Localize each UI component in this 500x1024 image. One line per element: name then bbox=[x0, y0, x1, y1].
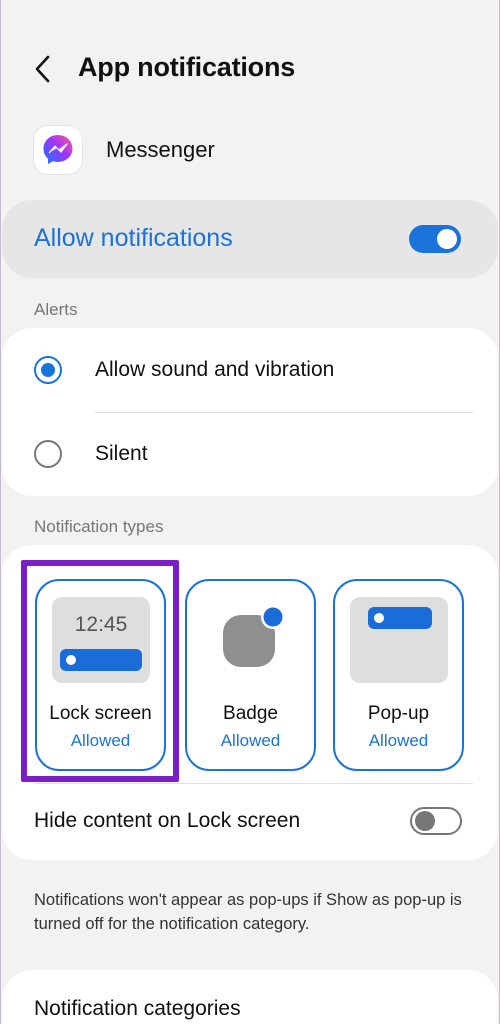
page-title: App notifications bbox=[78, 52, 296, 82]
option-label: Silent bbox=[95, 442, 148, 465]
tile-status: Allowed bbox=[70, 731, 131, 750]
preview-clock: 12:45 bbox=[74, 613, 128, 636]
back-button[interactable] bbox=[26, 52, 60, 86]
option-label: Allow sound and vibration bbox=[95, 358, 335, 381]
alerts-card: Allow sound and vibration Silent bbox=[2, 328, 498, 496]
tile-name: Pop-up bbox=[367, 703, 430, 724]
app-name: Messenger bbox=[106, 137, 215, 162]
radio-selected[interactable] bbox=[34, 356, 62, 384]
radio-unselected[interactable] bbox=[34, 440, 62, 468]
header: App notifications bbox=[0, 40, 500, 98]
notification-categories-row[interactable]: Notification categories bbox=[2, 970, 498, 1024]
badge-icon bbox=[221, 605, 285, 671]
notification-bar-icon bbox=[60, 649, 142, 671]
tile-name: Lock screen bbox=[49, 703, 152, 724]
divider bbox=[34, 783, 473, 784]
option-silent[interactable]: Silent bbox=[2, 412, 498, 496]
tile-lock-screen[interactable]: 12:45 Lock screen Allowed bbox=[35, 579, 166, 771]
allow-notifications-row[interactable]: Allow notifications bbox=[2, 200, 498, 278]
chevron-left-icon bbox=[35, 55, 50, 83]
notification-types-card: 12:45 Lock screen Allowed Badge Allowed … bbox=[2, 545, 498, 860]
hide-content-label: Hide content on Lock screen bbox=[34, 809, 301, 832]
hide-content-toggle[interactable] bbox=[410, 807, 462, 835]
allow-notifications-toggle[interactable] bbox=[409, 225, 461, 253]
tile-status: Allowed bbox=[220, 731, 281, 750]
tile-pop-up[interactable]: Pop-up Allowed bbox=[333, 579, 464, 771]
lock-screen-preview: 12:45 bbox=[52, 597, 150, 683]
option-sound-vibration[interactable]: Allow sound and vibration bbox=[2, 328, 498, 412]
notification-bar-icon bbox=[368, 607, 432, 629]
info-note: Notifications won't appear as pop-ups if… bbox=[34, 891, 462, 933]
notification-categories-label: Notification categories bbox=[34, 997, 241, 1020]
app-info: Messenger bbox=[34, 125, 215, 175]
tile-status: Allowed bbox=[368, 731, 429, 750]
notification-types-section-label: Notification types bbox=[34, 517, 164, 536]
allow-notifications-label: Allow notifications bbox=[34, 224, 233, 252]
toggle-knob bbox=[415, 811, 435, 831]
pop-up-preview bbox=[350, 597, 448, 683]
messenger-icon bbox=[34, 126, 82, 174]
radio-dot bbox=[41, 363, 55, 377]
tile-badge[interactable]: Badge Allowed bbox=[185, 579, 316, 771]
toggle-knob bbox=[437, 229, 457, 249]
alerts-section-label: Alerts bbox=[34, 300, 78, 319]
hide-content-row[interactable]: Hide content on Lock screen bbox=[2, 789, 498, 849]
tile-name: Badge bbox=[223, 703, 278, 724]
